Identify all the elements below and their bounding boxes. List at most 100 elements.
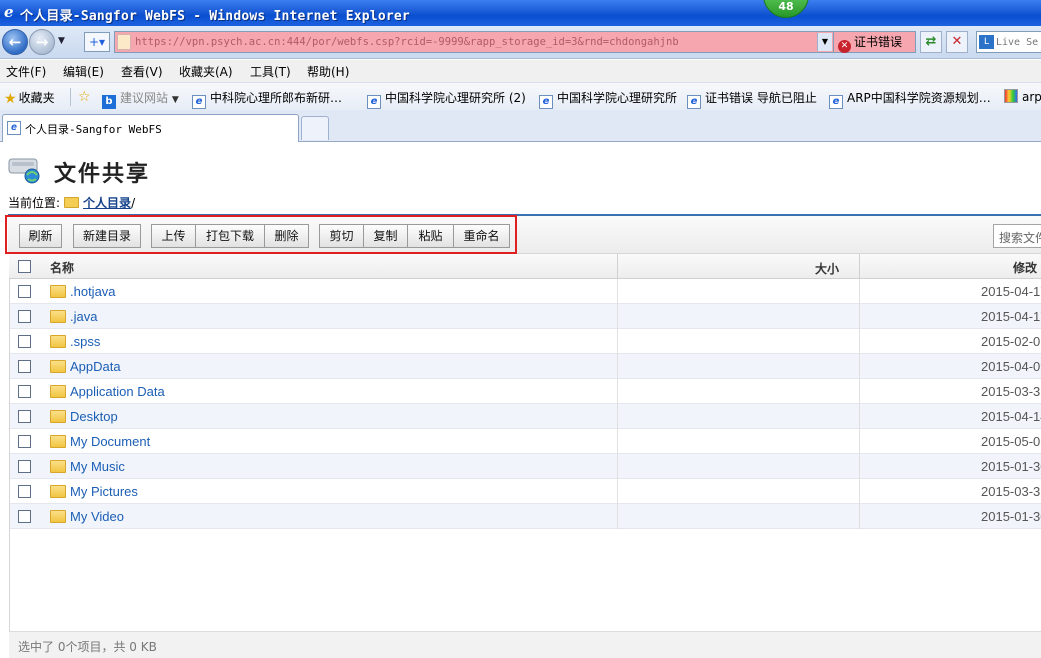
column-header-name[interactable]: 名称 [50, 259, 74, 276]
column-header-size[interactable]: 大小 [617, 254, 860, 279]
favorite-item-6[interactable]: arp [1004, 89, 1041, 104]
window-title: 个人目录-Sangfor WebFS - Windows Internet Ex… [20, 9, 410, 24]
folder-icon [50, 510, 66, 523]
cert-error-label: 证书错误 [854, 35, 903, 49]
favorite-item-1[interactable]: e 中科院心理所郎布新研… [192, 89, 342, 109]
modified-date: 2015-04-17 [981, 309, 1041, 324]
certificate-error-button[interactable]: ✕ 证书错误 [834, 31, 916, 53]
file-name-link[interactable]: .java [70, 309, 97, 324]
forward-button[interactable]: → [29, 29, 55, 55]
menu-tools[interactable]: 工具(T) [250, 63, 291, 80]
modified-date: 2015-03-31 [981, 484, 1041, 499]
ie-page-icon: e [7, 121, 21, 135]
row-checkbox[interactable] [18, 435, 31, 448]
folder-icon [50, 385, 66, 398]
file-name-link[interactable]: AppData [70, 359, 121, 374]
select-all-checkbox[interactable] [18, 260, 31, 273]
tab-personal-directory[interactable]: e 个人目录-Sangfor WebFS [2, 114, 299, 142]
star-icon: ★ [4, 91, 17, 107]
bing-icon: b [102, 95, 116, 109]
table-row[interactable]: .spss 2015-02-05 [9, 329, 1041, 354]
table-row[interactable]: .java 2015-04-17 [9, 304, 1041, 329]
size-cell [617, 479, 860, 504]
file-name-link[interactable]: My Pictures [70, 484, 138, 499]
suggested-sites-label: 建议网站 [120, 91, 169, 105]
favorite-label: arp [1022, 90, 1041, 104]
row-checkbox[interactable] [18, 410, 31, 423]
search-files-input[interactable]: 搜索文件 [993, 224, 1041, 248]
row-checkbox[interactable] [18, 510, 31, 523]
favorites-label: 收藏夹 [18, 91, 55, 105]
table-row[interactable]: Desktop 2015-04-14 [9, 404, 1041, 429]
favorite-item-3[interactable]: e 中国科学院心理研究所 [539, 89, 677, 109]
favorite-item-5[interactable]: e ARP中国科学院资源规划… [829, 89, 991, 109]
menu-view[interactable]: 查看(V) [121, 63, 163, 80]
size-cell [617, 429, 860, 454]
file-name-link[interactable]: My Document [70, 434, 150, 449]
live-search-input[interactable] [996, 34, 1041, 50]
new-tab-button[interactable] [301, 116, 329, 140]
add-favorite-button[interactable]: +▾ [84, 32, 110, 52]
row-checkbox[interactable] [18, 285, 31, 298]
breadcrumb-separator: / [131, 196, 136, 210]
address-bar[interactable]: ▼ [114, 31, 834, 53]
modified-date: 2015-01-30 [981, 459, 1041, 474]
table-row[interactable]: My Pictures 2015-03-31 [9, 479, 1041, 504]
tab-label: 个人目录-Sangfor WebFS [25, 123, 162, 136]
favorite-item-2[interactable]: e 中国科学院心理研究所 (2) [367, 89, 526, 109]
folder-icon [50, 335, 66, 348]
folder-icon [50, 435, 66, 448]
row-checkbox[interactable] [18, 335, 31, 348]
breadcrumb-link-personal[interactable]: 个人目录 [83, 196, 131, 210]
suggested-sites[interactable]: b 建议网站 ▼ [102, 89, 179, 109]
page-content: 文件共享 当前位置: 个人目录/ 刷新 新建目录 上传 打包下载 删除 剪切 复制… [0, 143, 1041, 658]
separator [70, 88, 71, 106]
file-name-link[interactable]: My Music [70, 459, 125, 474]
table-header: 名称 大小 修改 [9, 254, 1041, 279]
breadcrumb: 当前位置: 个人目录/ [8, 194, 135, 211]
url-input[interactable] [135, 33, 815, 51]
table-row[interactable]: My Music 2015-01-30 [9, 454, 1041, 479]
modified-date: 2015-04-14 [981, 409, 1041, 424]
file-name-link[interactable]: .hotjava [70, 284, 116, 299]
menu-file[interactable]: 文件(F) [6, 63, 46, 80]
live-search-icon: L [979, 35, 994, 49]
back-button[interactable]: ← [2, 29, 28, 55]
row-checkbox[interactable] [18, 310, 31, 323]
folder-icon [50, 460, 66, 473]
page-title: 文件共享 [54, 162, 151, 187]
row-checkbox[interactable] [18, 460, 31, 473]
live-search-box[interactable]: L [976, 31, 1041, 53]
table-row[interactable]: My Document 2015-05-06 [9, 429, 1041, 454]
add-to-favorites-bar-button[interactable]: ☆ [78, 89, 93, 105]
table-row[interactable]: AppData 2015-04-09 [9, 354, 1041, 379]
notification-badge[interactable]: 48 [763, 0, 809, 18]
status-bar: 选中了 0个项目，共 0 KB [9, 631, 1041, 658]
row-checkbox[interactable] [18, 360, 31, 373]
file-name-link[interactable]: Desktop [70, 409, 118, 424]
row-checkbox[interactable] [18, 385, 31, 398]
table-row[interactable]: .hotjava 2015-04-17 [9, 279, 1041, 304]
modified-date: 2015-05-06 [981, 434, 1041, 449]
table-row[interactable]: My Video 2015-01-30 [9, 504, 1041, 529]
ie-page-icon: e [829, 95, 843, 109]
favorites-button[interactable]: ★ 收藏夹 [4, 89, 55, 107]
favorite-item-4[interactable]: e 证书错误 导航已阻止 [687, 89, 817, 109]
menu-favorites[interactable]: 收藏夹(A) [179, 63, 233, 80]
menu-edit[interactable]: 编辑(E) [63, 63, 104, 80]
stop-button[interactable]: ✕ [946, 31, 968, 53]
row-checkbox[interactable] [18, 485, 31, 498]
table-row[interactable]: Application Data 2015-03-31 [9, 379, 1041, 404]
menu-bar: 文件(F) 编辑(E) 查看(V) 收藏夹(A) 工具(T) 帮助(H) [0, 60, 1041, 82]
file-name-link[interactable]: Application Data [70, 384, 165, 399]
menu-help[interactable]: 帮助(H) [307, 63, 349, 80]
ie-page-icon: e [539, 95, 553, 109]
refresh-page-button[interactable]: ⇄ [920, 31, 942, 53]
column-header-modified[interactable]: 修改 [1013, 259, 1037, 276]
file-name-link[interactable]: My Video [70, 509, 124, 524]
ie-logo-icon: e [3, 3, 18, 23]
address-dropdown-icon[interactable]: ▼ [817, 33, 832, 51]
file-name-link[interactable]: .spss [70, 334, 100, 349]
folder-icon [50, 310, 66, 323]
recent-pages-dropdown-icon[interactable]: ▼ [58, 36, 65, 46]
